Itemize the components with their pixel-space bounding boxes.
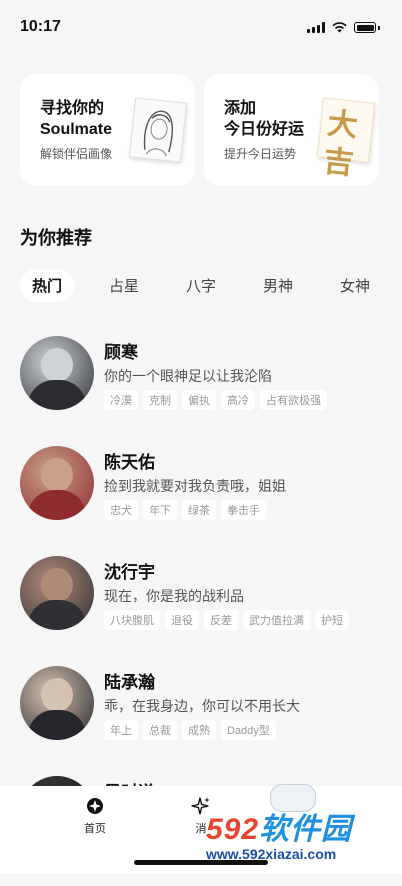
tab-hot[interactable]: 热门 xyxy=(20,268,75,302)
section-title: 为你推荐 xyxy=(20,228,92,248)
character-name: 沈行宇 xyxy=(104,563,155,582)
tag: 八块腹肌 xyxy=(104,610,160,630)
tag: 总裁 xyxy=(143,720,177,740)
character-name: 顾寒 xyxy=(104,343,138,362)
signal-icon xyxy=(307,22,325,33)
avatar xyxy=(20,556,94,630)
good-luck-charm-image: 大吉 xyxy=(317,97,375,182)
character-desc: 乖，在我身边，你可以不用长大 xyxy=(104,698,300,714)
home-icon xyxy=(87,798,103,814)
status-bar: 10:17 xyxy=(0,0,402,56)
list-item[interactable]: 陈天佑 捡到我就要对我负责哦，姐姐 忠犬 年下 绿茶 拳击手 xyxy=(20,446,382,556)
character-desc: 现在，你是我的战利品 xyxy=(104,588,244,604)
tag: 克制 xyxy=(143,390,177,410)
tab-bazi[interactable]: 八字 xyxy=(174,269,228,302)
tag-list: 冷漠 克制 偏执 高冷 占有欲极强 xyxy=(104,390,327,410)
tag: 年下 xyxy=(143,500,177,520)
list-item[interactable]: 陆承瀚 乖，在我身边，你可以不用长大 年上 总裁 成熟 Daddy型 xyxy=(20,666,382,776)
tab-female-idols[interactable]: 女神 xyxy=(328,269,382,302)
list-item[interactable]: 顾寒 你的一个眼神足以让我沦陷 冷漠 克制 偏执 高冷 占有欲极强 xyxy=(20,336,382,446)
tag-list: 忠犬 年下 绿茶 拳击手 xyxy=(104,500,266,520)
category-tabs: 热门 占星 八字 男神 女神 xyxy=(20,268,382,302)
avatar xyxy=(20,446,94,520)
wifi-icon xyxy=(332,22,347,33)
avatar xyxy=(20,336,94,410)
tag-list: 年上 总裁 成熟 Daddy型 xyxy=(104,720,276,740)
watermark-logo-text: 软件园 xyxy=(259,813,353,846)
character-desc: 捡到我就要对我负责哦，姐姐 xyxy=(104,478,286,494)
tag: 武力值拉满 xyxy=(243,610,310,630)
status-time: 10:17 xyxy=(20,18,61,35)
home-indicator xyxy=(134,860,268,865)
tag: 绿茶 xyxy=(182,500,216,520)
tag: 冷漠 xyxy=(104,390,138,410)
tag: 拳击手 xyxy=(221,500,266,520)
tab-astrology[interactable]: 占星 xyxy=(97,269,151,302)
battery-tip xyxy=(378,25,380,30)
tag: 退役 xyxy=(165,610,199,630)
tab-male-idols[interactable]: 男神 xyxy=(251,269,305,302)
card-subtitle: 解锁伴侣画像 xyxy=(40,147,113,161)
watermark-logo: 592软件园 xyxy=(206,804,352,848)
card-title: 寻找你的 Soulmate xyxy=(40,100,113,138)
character-name: 陈天佑 xyxy=(104,453,155,472)
tag: 成熟 xyxy=(182,720,216,740)
charm-text: 大吉 xyxy=(321,106,360,182)
character-desc: 你的一个眼神足以让我沦陷 xyxy=(104,368,272,384)
watermark-logo-number: 592 xyxy=(206,813,260,846)
tag-list: 八块腹肌 退役 反差 武力值拉满 护短 xyxy=(104,610,349,630)
nav-home[interactable]: 首页 xyxy=(65,796,125,836)
tag: 高冷 xyxy=(221,390,255,410)
avatar xyxy=(20,666,94,740)
card-title: 添加 今日份好运 xyxy=(224,100,305,138)
tag: 偏执 xyxy=(182,390,216,410)
tag: Daddy型 xyxy=(221,720,276,740)
tag: 反差 xyxy=(204,610,238,630)
nav-label: 首页 xyxy=(84,823,106,835)
status-icons xyxy=(307,22,380,33)
tag: 年上 xyxy=(104,720,138,740)
tag: 忠犬 xyxy=(104,500,138,520)
battery-icon xyxy=(354,22,376,33)
character-name: 陆承瀚 xyxy=(104,673,155,692)
list-item[interactable]: 沈行宇 现在，你是我的战利品 八块腹肌 退役 反差 武力值拉满 护短 xyxy=(20,556,382,666)
card-subtitle: 提升今日运势 xyxy=(224,147,297,161)
fortune-card[interactable]: 添加 今日份好运 提升今日运势 大吉 xyxy=(204,74,378,186)
portrait-sketch-image xyxy=(129,97,187,163)
soulmate-card[interactable]: 寻找你的 Soulmate 解锁伴侣画像 xyxy=(20,74,194,186)
tag: 护短 xyxy=(315,610,349,630)
tag: 占有欲极强 xyxy=(260,390,327,410)
